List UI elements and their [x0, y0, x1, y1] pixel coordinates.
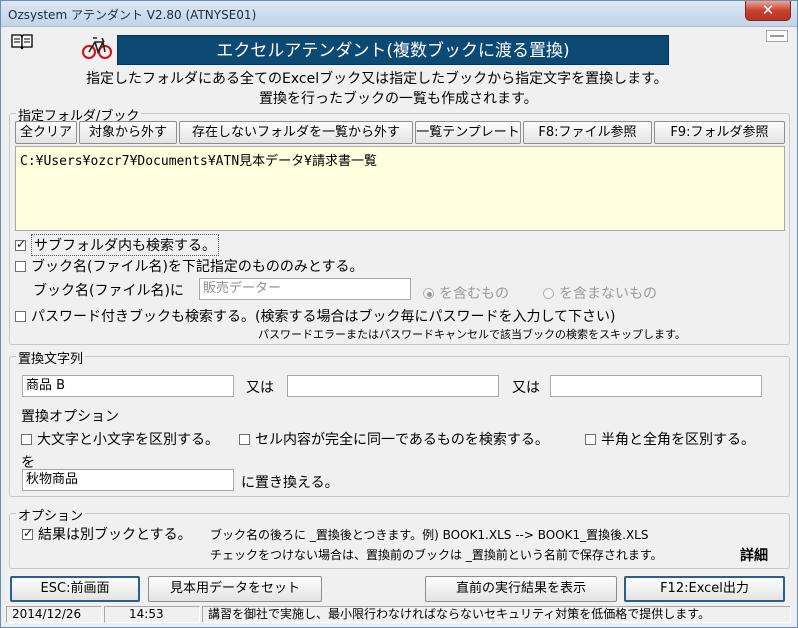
- password-note: パスワードエラーまたはパスワードキャンセルで該当ブックの検索をスキップします。: [258, 328, 686, 341]
- separate-book-checkbox[interactable]: 結果は別ブックとする。: [22, 524, 192, 544]
- not-contains-radio-dot[interactable]: [543, 287, 554, 299]
- title-bar[interactable]: Ozsystem アテンダント V2.80 (ATNYSE01) ✕: [1, 1, 797, 27]
- resize-grip-icon: [766, 30, 788, 42]
- detail-link[interactable]: 詳細: [740, 545, 768, 565]
- last-result-button[interactable]: 直前の実行結果を表示: [425, 576, 617, 602]
- description-line-1: 指定したフォルダにある全てのExcelブック又は指定したブックから指定文字を置換…: [86, 71, 668, 87]
- window-title: Ozsystem アテンダント V2.80 (ATNYSE01): [8, 8, 257, 22]
- replace-options-label: 置換オプション: [21, 409, 119, 425]
- contains-radio-label: を含むもの: [439, 286, 509, 302]
- status-date: 2014/12/26: [6, 606, 102, 623]
- back-button[interactable]: ESC:前画面: [10, 576, 140, 602]
- case-sensitive-checkbox[interactable]: 大文字と小文字を区別する。: [21, 429, 219, 449]
- width-sensitive-checkbox[interactable]: 半角と全角を区別する。: [585, 429, 755, 449]
- bookname-only-check-mark[interactable]: [15, 260, 26, 272]
- width-sensitive-label: 半角と全角を区別する。: [601, 432, 755, 448]
- excel-output-button[interactable]: F12:Excel出力: [624, 576, 785, 602]
- or-label-2: 又は: [512, 380, 540, 396]
- folder-list-item[interactable]: C:¥Users¥ozcr7¥Documents¥ATN見本データ¥請求書一覧: [20, 150, 780, 169]
- case-sensitive-check-mark[interactable]: [21, 433, 32, 445]
- search-input-3[interactable]: [550, 375, 762, 397]
- search-input-2[interactable]: [287, 375, 499, 397]
- replace-input[interactable]: 秋物商品: [22, 469, 234, 491]
- bicycle-icon: [82, 34, 112, 60]
- replace-suffix-label: に置き換える。: [241, 475, 339, 491]
- separate-book-label: 結果は別ブックとする。: [38, 527, 192, 543]
- folder-list[interactable]: C:¥Users¥ozcr7¥Documents¥ATN見本データ¥請求書一覧: [15, 146, 785, 231]
- description-line-2: 置換を行ったブックの一覧も作成されます。: [259, 91, 538, 107]
- exact-match-check-mark[interactable]: [239, 433, 250, 445]
- separate-note-2: チェックをつけない場合は、置換前のブックは _置換前という名前で保存されます。: [210, 548, 663, 562]
- bookname-only-label: ブック名(ファイル名)を下記指定のもののみとする。: [31, 259, 364, 275]
- subfolder-checkbox[interactable]: サブフォルダ内も検索する。: [15, 234, 219, 256]
- bookname-only-checkbox[interactable]: ブック名(ファイル名)を下記指定のもののみとする。: [15, 256, 364, 276]
- contains-radio-dot[interactable]: [423, 287, 434, 299]
- bookname-input[interactable]: 販売データー: [199, 278, 411, 300]
- password-checkbox[interactable]: パスワード付きブックも検索する。(検索する場合はブック毎にパスワードを入力して下…: [15, 306, 616, 326]
- list-template-button[interactable]: 一覧テンプレート: [415, 121, 521, 144]
- status-bar: 2014/12/26 14:53 講習を御社で実施し、最小限行わなければならない…: [4, 605, 793, 623]
- remove-from-target-button[interactable]: 対象から外す: [79, 121, 177, 144]
- separate-note-1: ブック名の後ろに _置換後とつきます。例) BOOK1.XLS --> BOOK…: [210, 528, 649, 542]
- search-input-1[interactable]: 商品 B: [22, 375, 234, 397]
- exact-match-label: セル内容が完全に同一であるものを検索する。: [255, 432, 549, 448]
- folder-browse-button[interactable]: F9:フォルダ参照: [654, 121, 785, 144]
- or-label-1: 又は: [246, 380, 274, 396]
- replace-group-label: 置換文字列: [16, 348, 86, 367]
- subfolder-check-mark[interactable]: [15, 237, 26, 251]
- page-banner: エクセルアテンダント(複数ブックに渡る置換): [117, 35, 669, 65]
- not-contains-radio-label: を含まないもの: [559, 286, 657, 302]
- separate-book-check-mark[interactable]: [22, 526, 33, 540]
- set-sample-data-button[interactable]: 見本用データをセット: [148, 576, 322, 602]
- exact-match-checkbox[interactable]: セル内容が完全に同一であるものを検索する。: [239, 429, 549, 449]
- options-group-label: オプション: [16, 505, 86, 524]
- remove-missing-folders-button[interactable]: 存在しないフォルダを一覧から外す: [179, 121, 413, 144]
- book-icon[interactable]: [10, 32, 34, 50]
- bookname-field-label: ブック名(ファイル名)に: [33, 283, 184, 299]
- close-button[interactable]: ✕: [745, 1, 791, 21]
- password-check-mark[interactable]: [15, 310, 26, 322]
- not-contains-radio[interactable]: を含まないもの: [543, 283, 657, 303]
- case-sensitive-label: 大文字と小文字を区別する。: [37, 432, 219, 448]
- file-browse-button[interactable]: F8:ファイル参照: [523, 121, 652, 144]
- width-sensitive-check-mark[interactable]: [585, 433, 596, 445]
- password-label: パスワード付きブックも検索する。(検索する場合はブック毎にパスワードを入力して下…: [31, 309, 616, 325]
- status-message: 講習を御社で実施し、最小限行わなければならないセキュリティ対策を低価格で提供しま…: [202, 606, 791, 623]
- subfolder-label: サブフォルダ内も検索する。: [31, 234, 219, 256]
- clear-all-button[interactable]: 全クリア: [15, 121, 77, 144]
- contains-radio[interactable]: を含むもの: [423, 283, 509, 303]
- status-time: 14:53: [104, 606, 200, 623]
